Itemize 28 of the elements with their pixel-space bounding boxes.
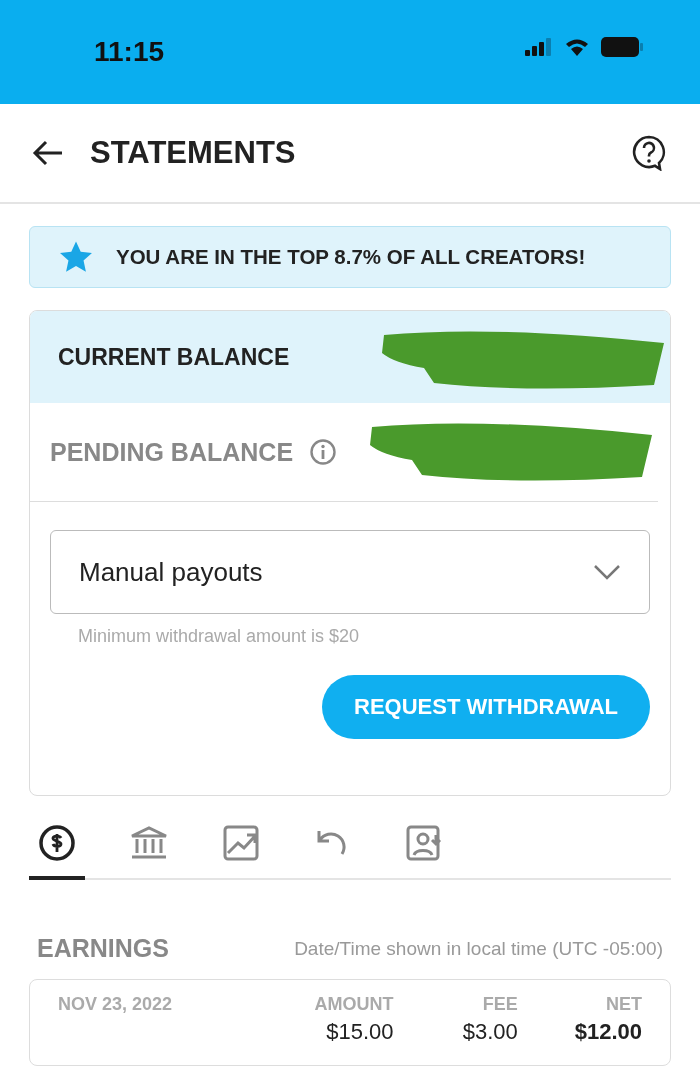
table-cell-text: $12.00	[573, 1019, 642, 1045]
help-icon[interactable]	[632, 135, 666, 171]
signal-icon	[524, 37, 554, 57]
back-arrow-icon[interactable]	[32, 139, 64, 167]
dollar-icon	[38, 824, 76, 862]
chart-icon	[223, 825, 259, 861]
table-cell-text: $3.00	[461, 1019, 518, 1045]
battery-icon	[600, 36, 644, 58]
timezone-note: Date/Time shown in local time (UTC -05:00)	[294, 937, 663, 960]
column-header: NOV 23, 2022	[58, 994, 174, 1015]
star-icon	[58, 240, 94, 274]
column-header: FEE	[481, 994, 518, 1015]
page-title: STATEMENTS	[90, 135, 297, 171]
balance-label: PENDING BALANCE	[50, 437, 294, 467]
info-icon[interactable]	[309, 438, 338, 466]
withdrawal-hint: Minimum withdrawal amount is $20	[78, 626, 361, 647]
column-header: AMOUNT	[313, 994, 394, 1015]
person-card-icon	[406, 825, 444, 861]
column-header: NET	[605, 994, 642, 1015]
banner-text: YOU ARE IN THE TOP 8.7% OF ALL CREATORS!	[116, 245, 586, 269]
bank-icon	[130, 826, 168, 860]
payout-dropdown[interactable]: Manual payouts	[50, 530, 650, 614]
status-time: 11:15	[94, 36, 165, 68]
chevron-down-icon	[593, 564, 621, 580]
balance-label: CURRENT BALANCE	[58, 343, 290, 371]
wifi-icon	[564, 37, 590, 57]
earnings-title: EARNINGS	[37, 934, 169, 963]
table-cell-text: $15.00	[325, 1019, 394, 1045]
